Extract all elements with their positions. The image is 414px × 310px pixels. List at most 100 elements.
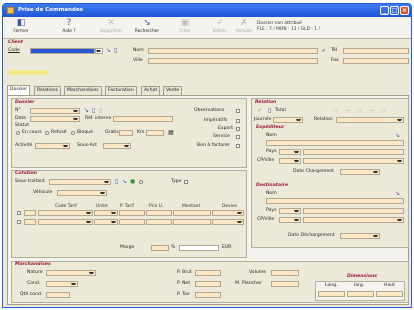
client-code-dropdown[interactable] (95, 48, 103, 54)
dim-haut-input[interactable] (376, 291, 403, 297)
grid-cell[interactable] (24, 219, 36, 225)
tab-achat[interactable]: Achat (141, 86, 161, 95)
fermer-button[interactable]: ◧ Fermer (7, 18, 35, 38)
grid-cell-montant[interactable] (173, 210, 211, 216)
dim-larg-input[interactable] (347, 291, 374, 297)
grid-cell-p-tarif[interactable] (119, 219, 145, 225)
calculator-icon[interactable]: ▦ (168, 130, 174, 136)
km-input[interactable] (146, 130, 164, 136)
grid-row-checkbox[interactable] (17, 211, 21, 215)
client-fax-input[interactable] (343, 58, 409, 64)
dossier-date-select[interactable] (30, 116, 80, 122)
lookup-icon[interactable]: ↘ (395, 133, 400, 139)
dest-ville-select[interactable] (303, 217, 404, 223)
marge-eur-input[interactable] (179, 245, 219, 251)
dossier-number-select[interactable] (30, 108, 80, 114)
type-radio[interactable] (139, 180, 143, 184)
nature-select[interactable] (46, 270, 96, 276)
imperatifs-checkbox[interactable] (236, 119, 240, 123)
document-icon[interactable]: ▯ (268, 108, 271, 114)
client-nom-input[interactable] (148, 48, 318, 54)
check-icon[interactable]: ✓ (257, 108, 262, 114)
gratis-input[interactable] (119, 130, 133, 136)
sous-traitant-select[interactable] (49, 179, 111, 185)
client-ville-input[interactable] (148, 58, 318, 64)
arrow-icon[interactable]: → (357, 108, 362, 114)
grid-cell-code-tarif[interactable] (38, 219, 93, 225)
date-chargement-select[interactable] (340, 169, 380, 175)
grid-cell-unite[interactable] (94, 210, 118, 216)
dest-nom-input[interactable] (266, 198, 404, 204)
statut-bloque-radio[interactable] (71, 131, 75, 135)
grid-cell[interactable] (24, 210, 36, 216)
tab-marchandises[interactable]: Marchandises (64, 86, 102, 95)
search-icon[interactable]: ⌕ (322, 48, 325, 54)
dest-address-input[interactable] (303, 208, 404, 214)
statut-refuse-radio[interactable] (45, 131, 49, 135)
qte-cond-input[interactable] (46, 292, 70, 298)
arrow-icon[interactable]: → (333, 108, 338, 114)
document-icon[interactable]: ▯ (114, 48, 117, 54)
copy-icon[interactable]: ▯ (99, 108, 102, 114)
marge-input[interactable] (151, 245, 169, 251)
exp-cp-select[interactable] (279, 158, 301, 164)
document-icon[interactable]: ▯ (115, 179, 118, 185)
journee-select[interactable] (273, 117, 303, 123)
grid-cell-devise[interactable] (212, 210, 244, 216)
tab-facturation[interactable]: Facturation (105, 86, 137, 95)
lookup-icon[interactable]: ↘ (106, 48, 111, 54)
lookup-icon[interactable]: ↘ (395, 191, 400, 197)
activite-select[interactable] (35, 143, 70, 149)
creer-button[interactable]: ▣ Créer (171, 18, 199, 38)
tab-relations[interactable]: Relations (34, 86, 62, 95)
statut-en-cours-radio[interactable] (16, 131, 20, 135)
relation-select[interactable] (336, 117, 404, 123)
grid-cell-devise[interactable] (212, 219, 244, 225)
arrow-icon[interactable]: → (345, 108, 350, 114)
minimize-button[interactable]: _ (380, 6, 389, 15)
lookup-icon[interactable]: ↘ (122, 179, 127, 185)
p-tax-input[interactable] (195, 292, 221, 298)
dest-pays-select[interactable] (279, 208, 301, 214)
export-checkbox[interactable] (236, 127, 240, 131)
vehicule-select[interactable] (57, 190, 107, 196)
grid-cell-prix-u[interactable] (146, 210, 172, 216)
dim-long-input[interactable] (318, 291, 345, 297)
sous-act-select[interactable] (103, 143, 131, 149)
grid-cell-code-tarif[interactable] (38, 210, 93, 216)
globe-icon[interactable]: ● (130, 179, 135, 185)
tab-vente[interactable]: Vente (163, 86, 183, 95)
exp-address-input[interactable] (303, 149, 404, 155)
cond-select[interactable] (46, 281, 78, 287)
m-plancher-input[interactable] (271, 281, 299, 287)
ref-interne-input[interactable] (113, 116, 173, 122)
observations-checkbox[interactable] (236, 109, 240, 113)
aide-button[interactable]: ? Aide ? (55, 18, 83, 38)
close-button[interactable]: × (400, 6, 409, 15)
lookup-icon[interactable]: ↘ (84, 108, 89, 114)
maximize-button[interactable]: □ (390, 6, 399, 15)
type-checkbox[interactable] (184, 180, 188, 184)
rechercher-button[interactable]: ↘ Rechercher (133, 18, 161, 38)
grid-cell-p-tarif[interactable] (119, 210, 145, 216)
grid-cell-prix-u[interactable] (146, 219, 172, 225)
exp-ville-select[interactable] (303, 158, 404, 164)
bon-a-facturer-checkbox[interactable] (236, 144, 240, 148)
arrow-icon[interactable]: → (369, 108, 374, 114)
tab-dossier[interactable]: Dossier (7, 85, 31, 95)
service-checkbox[interactable] (236, 135, 240, 139)
p-net-input[interactable] (195, 281, 221, 287)
dest-cp-select[interactable] (279, 217, 301, 223)
grid-cell-unite[interactable] (94, 219, 118, 225)
volume-input[interactable] (271, 270, 299, 276)
exp-nom-input[interactable] (266, 140, 404, 146)
grid-cell-montant[interactable] (173, 219, 211, 225)
client-tel-input[interactable] (343, 48, 409, 54)
arrow-icon[interactable]: → (381, 108, 386, 114)
grid-row-checkbox[interactable] (17, 220, 21, 224)
p-brut-input[interactable] (195, 270, 221, 276)
annuler-button[interactable]: ✗ Annuler (230, 18, 258, 38)
supprimer-button[interactable]: ✕ Supprimer (97, 18, 125, 38)
date-dechargement-select[interactable] (340, 233, 380, 239)
exp-pays-select[interactable] (279, 149, 301, 155)
